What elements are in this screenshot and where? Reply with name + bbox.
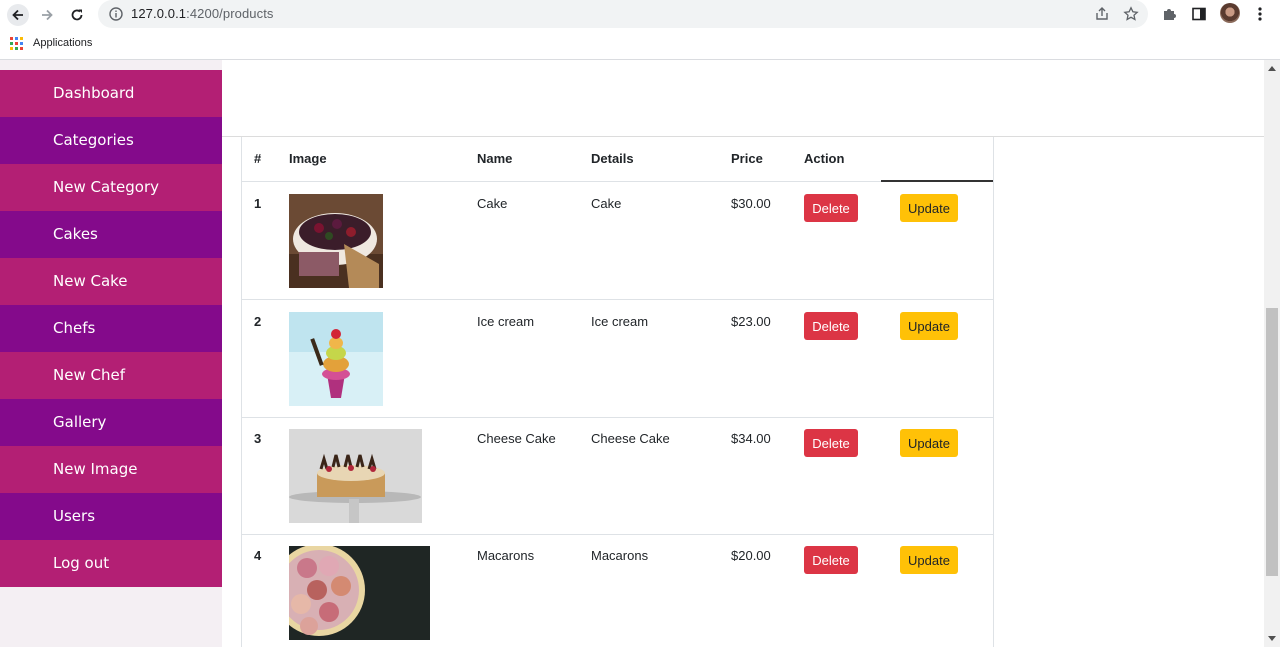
row-number: 3 (254, 431, 262, 446)
sidebar-item-new-image[interactable]: New Image (0, 446, 222, 493)
sidebar: Dashboard Categories New Category Cakes … (0, 60, 222, 647)
reload-icon (71, 9, 83, 21)
url-text[interactable]: 127.0.0.1:4200/products (131, 6, 274, 21)
product-details: Macarons (591, 548, 649, 563)
update-button[interactable]: Update (900, 429, 958, 457)
col-header-image: Image (289, 151, 327, 166)
row-number: 2 (254, 314, 262, 329)
bookmark-star-icon[interactable] (1123, 6, 1139, 22)
product-name: Cake (477, 196, 508, 211)
table-header-row: # Image Name Details Price Action (242, 137, 993, 182)
sidebar-item-categories[interactable]: Categories (0, 117, 222, 164)
sidebar-item-new-category[interactable]: New Category (0, 164, 222, 211)
product-details: Cake (591, 196, 622, 211)
table-row: 2 Ice cream Ice cream $23.00 Delete Upda… (242, 300, 993, 418)
side-panel-icon[interactable] (1191, 6, 1207, 22)
sidebar-item-cakes[interactable]: Cakes (0, 211, 222, 258)
products-table: # Image Name Details Price Action 1 Cake… (241, 137, 994, 647)
product-price: $23.00 (731, 314, 771, 329)
page-content: Dashboard Categories New Category Cakes … (0, 60, 1264, 647)
product-details: Ice cream (591, 314, 649, 329)
reload-button[interactable] (66, 4, 88, 26)
row-number: 4 (254, 548, 262, 563)
more-menu-icon[interactable] (1254, 5, 1266, 23)
extensions-puzzle-icon[interactable] (1161, 6, 1177, 22)
scroll-thumb[interactable] (1266, 308, 1278, 576)
sidebar-item-dashboard[interactable]: Dashboard (0, 70, 222, 117)
update-button[interactable]: Update (900, 312, 958, 340)
delete-button[interactable]: Delete (804, 429, 858, 457)
info-icon[interactable] (108, 6, 124, 22)
product-name: Ice cream (477, 314, 535, 329)
scroll-down-arrow-icon[interactable] (1268, 636, 1276, 641)
bookmarks-bar: Applications (0, 28, 1280, 60)
sidebar-item-log-out[interactable]: Log out (0, 540, 222, 587)
browser-toolbar: 127.0.0.1:4200/products (0, 0, 1280, 28)
sidebar-item-users[interactable]: Users (0, 493, 222, 540)
table-row: 1 Cake Cake $30.00 Delete Update (242, 182, 993, 300)
product-image-cheese-cake (289, 429, 422, 523)
table-row: 3 Cheese Cake Cheese Cake $34.00 Delete … (242, 417, 993, 535)
page-scrollbar[interactable] (1264, 60, 1280, 647)
sidebar-item-new-chef[interactable]: New Chef (0, 352, 222, 399)
product-details: Cheese Cake (591, 431, 670, 446)
col-header-name: Name (477, 151, 513, 166)
sidebar-item-chefs[interactable]: Chefs (0, 305, 222, 352)
share-icon[interactable] (1094, 6, 1110, 22)
sidebar-item-new-cake[interactable]: New Cake (0, 258, 222, 305)
delete-button[interactable]: Delete (804, 546, 858, 574)
scroll-up-arrow-icon[interactable] (1268, 66, 1276, 71)
forward-button[interactable] (36, 4, 58, 26)
back-button[interactable] (7, 4, 29, 26)
back-arrow-icon (12, 9, 23, 21)
apps-bookmark-label[interactable]: Applications (33, 37, 92, 49)
address-bar[interactable]: 127.0.0.1:4200/products (98, 0, 1148, 28)
col-header-num: # (254, 151, 262, 166)
col-header-price: Price (731, 151, 763, 166)
apps-grid-icon[interactable] (10, 37, 24, 51)
table-row: 4 Macarons Macarons $20.00 Delete Update (242, 534, 993, 647)
delete-button[interactable]: Delete (804, 194, 858, 222)
product-image-cake (289, 194, 383, 288)
product-price: $30.00 (731, 196, 771, 211)
update-button[interactable]: Update (900, 546, 958, 574)
update-button[interactable]: Update (900, 194, 958, 222)
product-name: Macarons (477, 548, 535, 563)
product-image-ice-cream (289, 312, 383, 406)
col-header-details: Details (591, 151, 634, 166)
col-header-action: Action (804, 151, 845, 166)
profile-avatar[interactable] (1220, 3, 1240, 23)
product-image-macarons (289, 546, 430, 640)
row-number: 1 (254, 196, 262, 211)
product-name: Cheese Cake (477, 431, 556, 446)
delete-button[interactable]: Delete (804, 312, 858, 340)
product-price: $34.00 (731, 431, 771, 446)
page-header (222, 60, 1264, 137)
forward-arrow-icon (42, 9, 53, 21)
product-price: $20.00 (731, 548, 771, 563)
sidebar-item-gallery[interactable]: Gallery (0, 399, 222, 446)
